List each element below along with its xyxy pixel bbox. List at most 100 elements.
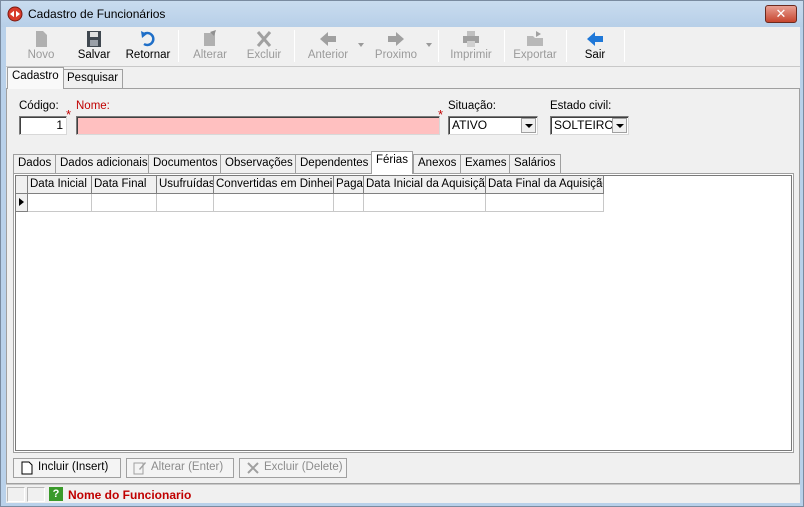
ferias-panel: Data Inicial Data Final Usufruídas Conve… [13,173,794,453]
new-page-icon [21,461,33,475]
exit-arrow-icon [587,32,603,46]
codigo-required-mark: * [66,107,72,122]
alterar-row-button[interactable]: Alterar (Enter) [126,458,234,478]
situacao-select[interactable]: ATIVO [448,116,538,135]
nome-label: Nome: [76,100,110,112]
tab-dependentes[interactable]: Dependentes [295,154,374,173]
novo-button[interactable]: Novo [20,29,62,65]
cadastro-panel: Código: 1 * Nome: * Situação: ATIVO Esta… [6,88,800,484]
chevron-down-icon[interactable] [612,118,627,133]
proximo-button[interactable]: Proximo [368,29,424,65]
delete-x-icon [256,31,272,47]
anterior-button[interactable]: Anterior [300,29,356,65]
new-document-icon [36,31,47,47]
grid-cell[interactable] [486,194,604,212]
toolbar-separator [178,30,179,62]
incluir-button[interactable]: Incluir (Insert) [13,458,121,478]
column-header[interactable]: Usufruídas [157,176,214,194]
sub-tabs: Dados Dados adicionais Documentos Observ… [13,151,793,174]
tab-exames[interactable]: Exames [460,154,512,173]
proximo-label: Proximo [374,49,418,61]
column-header[interactable]: Data Final da Aquisição [486,176,604,194]
status-text: Nome do Funcionario [68,488,192,502]
grid-cell[interactable] [157,194,214,212]
title-bar[interactable]: Cadastro de Funcionários ✕ [1,1,803,27]
toolbar-separator [294,30,295,62]
salvar-button[interactable]: Salvar [70,29,118,65]
client-area: Novo Salvar Retornar Alterar Excluir Ant… [6,27,800,503]
retornar-label: Retornar [125,49,171,61]
close-button[interactable]: ✕ [765,5,797,23]
tab-documentos[interactable]: Documentos [148,154,223,173]
grid-cell[interactable] [92,194,157,212]
grid-cell[interactable] [334,194,364,212]
tab-ferias[interactable]: Férias [371,151,413,174]
chevron-down-icon[interactable] [521,118,536,133]
excluir-row-label: Excluir (Delete) [264,461,343,473]
save-icon [87,31,101,47]
edit-icon [204,30,216,46]
toolbar-separator [624,30,625,62]
status-cell [7,487,25,502]
excluir-label: Excluir [246,49,282,61]
sair-button[interactable]: Sair [574,29,616,65]
tab-pesquisar[interactable]: Pesquisar [62,69,124,88]
alterar-label: Alterar [193,49,227,61]
codigo-input[interactable]: 1 [19,116,67,135]
situacao-label: Situação: [448,100,496,112]
estado-civil-select[interactable]: SOLTEIRO [550,116,629,135]
grid-cell[interactable] [28,194,92,212]
ferias-grid[interactable]: Data Inicial Data Final Usufruídas Conve… [15,175,792,451]
estado-civil-value: SOLTEIRO [554,118,614,132]
estado-civil-label: Estado civil: [550,100,612,112]
exportar-label: Exportar [513,49,557,61]
column-header[interactable]: Data Inicial [28,176,92,194]
retornar-button[interactable]: Retornar [124,29,172,65]
excluir-row-button[interactable]: Excluir (Delete) [239,458,347,478]
toolbar-separator [504,30,505,62]
codigo-label: Código: [19,100,59,112]
export-folder-icon [527,31,543,46]
status-cell [27,487,45,502]
undo-arrow-icon [141,31,155,47]
column-header[interactable]: Data Final [92,176,157,194]
imprimir-label: Imprimir [450,49,492,61]
exportar-button[interactable]: Exportar [510,29,560,65]
column-header[interactable]: Convertidas em Dinheiro [214,176,334,194]
alterar-button[interactable]: Alterar [186,29,234,65]
delete-x-icon [247,462,259,474]
salvar-label: Salvar [77,49,111,61]
status-bar: ? Nome do Funcionario [6,484,800,503]
arrow-left-icon [320,32,336,46]
imprimir-button[interactable]: Imprimir [446,29,496,65]
nome-required-mark: * [438,107,444,122]
grid-corner [16,176,28,194]
arrow-right-icon [388,32,404,46]
grid-cell[interactable] [214,194,334,212]
row-indicator-icon [16,194,28,212]
incluir-label: Incluir (Insert) [38,461,109,473]
anterior-label: Anterior [307,49,349,61]
main-tabs: Cadastro Pesquisar [6,67,800,89]
tab-dados[interactable]: Dados [13,154,57,173]
column-header[interactable]: Data Inicial da Aquisição [364,176,486,194]
tab-dados-adicionais[interactable]: Dados adicionais [55,154,153,173]
sair-label: Sair [584,49,606,61]
anterior-dropdown-icon[interactable] [358,43,364,47]
tab-observacoes[interactable]: Observações [220,154,298,173]
tab-salarios[interactable]: Salários [509,154,561,173]
excluir-button[interactable]: Excluir [240,29,288,65]
proximo-dropdown-icon[interactable] [426,43,432,47]
tab-anexos[interactable]: Anexos [413,154,462,173]
main-window: Cadastro de Funcionários ✕ Novo Salvar R… [0,0,804,507]
table-row[interactable] [16,194,604,212]
toolbar-separator [438,30,439,62]
grid-action-bar: Incluir (Insert) Alterar (Enter) Excluir… [13,457,794,481]
alterar-row-label: Alterar (Enter) [151,461,224,473]
app-icon [7,6,23,22]
edit-pencil-icon [133,462,146,475]
tab-cadastro[interactable]: Cadastro [7,67,64,89]
nome-input[interactable] [76,116,440,135]
grid-cell[interactable] [364,194,486,212]
column-header[interactable]: Paga [334,176,364,194]
